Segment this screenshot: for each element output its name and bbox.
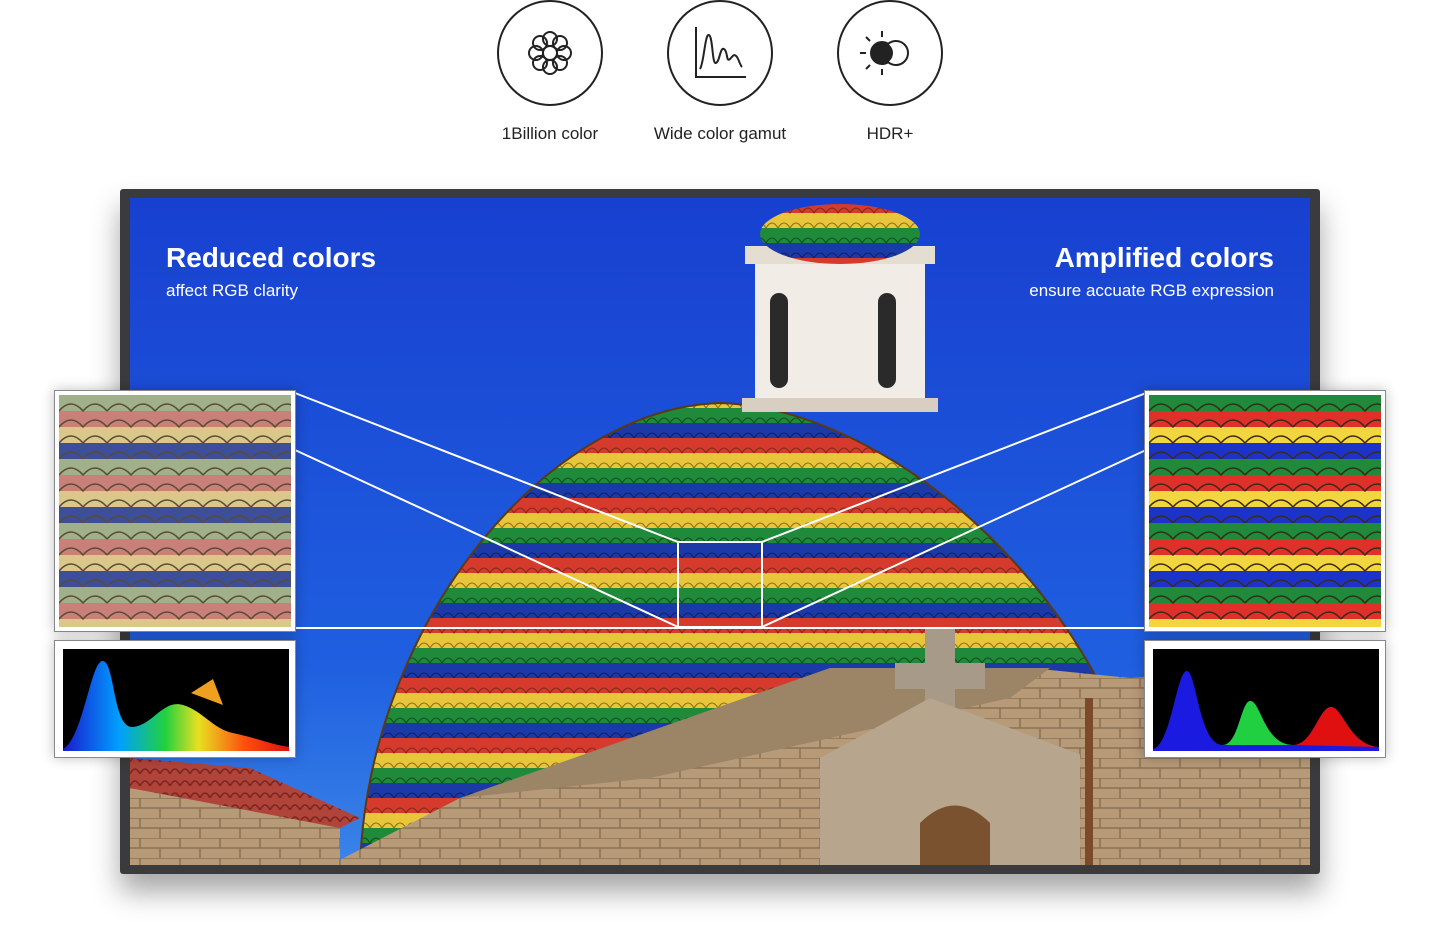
feature-billion-color: 1Billion color bbox=[460, 0, 640, 144]
left-subtitle: affect RGB clarity bbox=[166, 281, 298, 300]
amplified-colors-zoom bbox=[1144, 390, 1386, 632]
feature-label: HDR+ bbox=[866, 124, 914, 143]
hdr-sun-icon bbox=[837, 0, 943, 106]
feature-label: 1Billion color bbox=[501, 124, 599, 143]
right-subtitle: ensure accuate RGB expression bbox=[1029, 281, 1274, 300]
right-title: Amplified colors bbox=[1054, 242, 1274, 273]
left-title: Reduced colors bbox=[166, 242, 377, 273]
reduced-colors-zoom bbox=[54, 390, 296, 632]
feature-wide-color-gamut: Wide color gamut bbox=[630, 0, 810, 144]
wave-graph-icon bbox=[667, 0, 773, 106]
flower-icon bbox=[497, 0, 603, 106]
feature-label: Wide color gamut bbox=[653, 124, 787, 143]
amplified-colors-histogram bbox=[1144, 640, 1386, 758]
reduced-colors-histogram bbox=[54, 640, 296, 758]
feature-hdr-plus: HDR+ bbox=[800, 0, 980, 144]
page: 1Billion color Wide color gamut HDR+ Red… bbox=[0, 0, 1440, 930]
